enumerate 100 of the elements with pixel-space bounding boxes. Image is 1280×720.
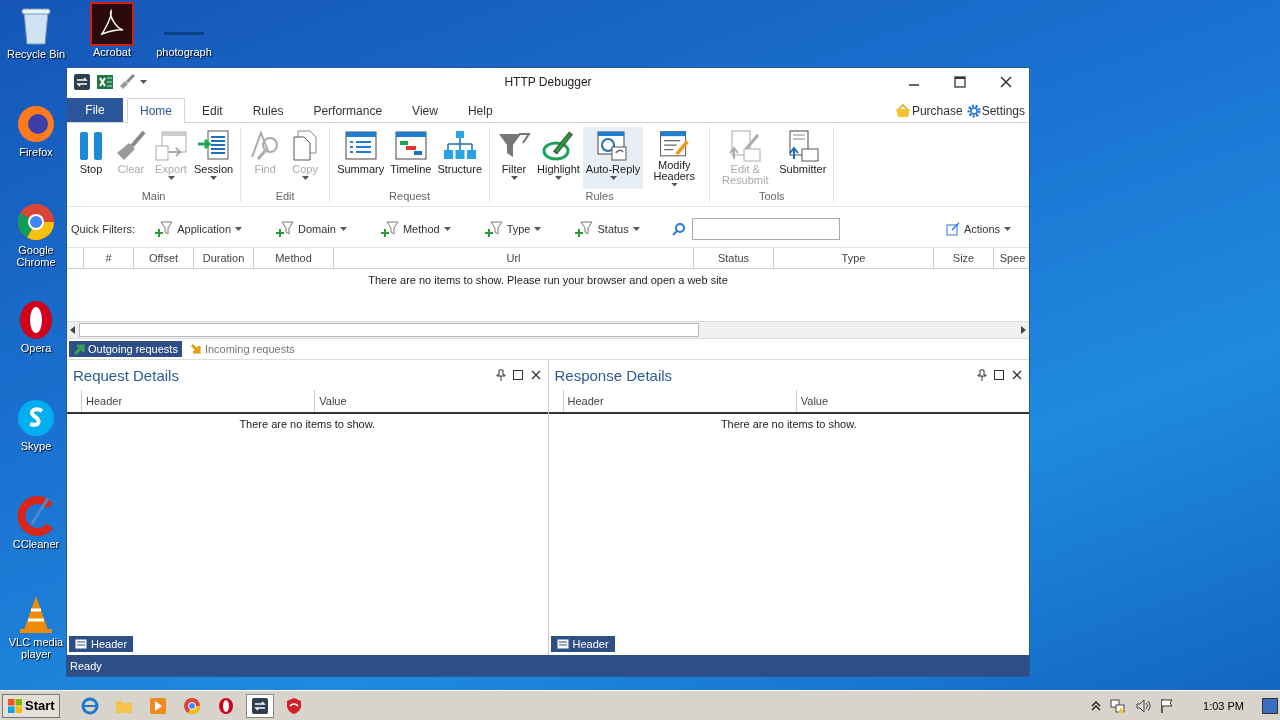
horizontal-scrollbar[interactable] — [67, 321, 1029, 339]
maximize-icon[interactable] — [993, 369, 1005, 381]
windows-logo-icon — [7, 697, 23, 714]
ribbon-tab[interactable]: View — [399, 98, 451, 122]
group-label: Main — [141, 190, 166, 202]
pin-icon[interactable] — [495, 369, 506, 381]
search-field[interactable] — [691, 218, 840, 240]
search-icon — [671, 222, 686, 236]
flag-icon[interactable] — [1159, 697, 1176, 714]
settings-button[interactable]: Settings — [966, 100, 1025, 122]
dropdown-caret-icon — [534, 227, 542, 231]
resubmit-icon — [728, 129, 763, 163]
down-arrow-icon — [189, 343, 202, 355]
empty-message: There are no items to show. — [239, 418, 376, 430]
column-header[interactable]: Type — [773, 248, 933, 268]
timeline-icon — [393, 129, 428, 163]
maximize-icon[interactable] — [511, 369, 524, 381]
dropdown-caret-icon — [632, 227, 640, 231]
column-header[interactable]: Method — [253, 248, 333, 268]
add-filter-icon — [484, 221, 503, 237]
taskbar-app-button[interactable] — [245, 693, 274, 718]
ribbon-tab[interactable]: Help — [454, 98, 506, 122]
filter-dropdown[interactable]: Method — [378, 219, 453, 239]
group-label: Rules — [585, 190, 614, 202]
column-header[interactable]: Spee — [993, 248, 1029, 268]
column-header[interactable]: Url — [333, 248, 693, 268]
column-header[interactable]: Value — [314, 390, 548, 412]
column-header[interactable]: Offset — [133, 248, 193, 268]
filter-dropdown[interactable]: Type — [482, 219, 544, 239]
ribbon-button[interactable]: Summary — [334, 127, 388, 189]
show-hidden-icon[interactable] — [1091, 699, 1102, 712]
dropdown-caret-icon — [235, 227, 242, 231]
settings-icon — [966, 104, 981, 118]
file-tab[interactable]: File — [67, 98, 123, 122]
dropdown-caret-icon — [554, 176, 562, 180]
group-label: Tools — [758, 190, 785, 202]
export-icon — [154, 129, 188, 163]
ribbon-button[interactable]: Submitter — [776, 127, 830, 189]
header-tab[interactable]: Header — [69, 636, 134, 652]
direction-tab[interactable]: Outgoing requests — [69, 341, 182, 357]
add-filter-icon — [276, 221, 294, 237]
acrobat-icon[interactable] — [90, 2, 134, 46]
ribbon-tab[interactable]: Home — [127, 98, 185, 123]
dropdown-caret-icon — [609, 176, 617, 180]
ribbon-button[interactable]: Highlight — [534, 127, 583, 189]
panel-title: Response Details — [554, 366, 673, 384]
column-header[interactable]: # — [83, 248, 133, 268]
network-icon[interactable] — [1109, 697, 1128, 714]
clock[interactable]: 1:03 PM — [1203, 699, 1244, 712]
start-button[interactable]: Start — [2, 693, 60, 718]
desktop-icon-label: CCleaner — [12, 538, 60, 550]
column-header[interactable]: Header — [562, 390, 796, 412]
close-icon[interactable] — [999, 75, 1013, 89]
actions-dropdown[interactable]: Actions — [943, 220, 1013, 238]
dropdown-caret-icon — [210, 176, 218, 180]
close-icon[interactable] — [1011, 369, 1023, 381]
column-header[interactable]: Header — [81, 390, 315, 412]
ribbon-button[interactable]: Auto-Reply — [582, 127, 644, 189]
empty-message: There are no items to show. Please run your browser and open a web site — [368, 274, 728, 286]
ribbon-tab[interactable]: Performance — [300, 98, 396, 122]
panel-title: Request Details — [73, 366, 179, 384]
desktop-icon-label: Acrobat — [93, 46, 131, 58]
ribbon-button[interactable]: Structure — [434, 127, 485, 189]
ribbon-button[interactable]: Session — [191, 127, 237, 189]
ribbon-button[interactable]: Filter — [494, 127, 534, 189]
filter-dropdown[interactable]: Status — [573, 219, 642, 239]
desktop-icon-label: Skype — [20, 440, 52, 452]
purchase-button[interactable]: Purchase — [894, 100, 963, 122]
filter-dropdown[interactable]: Domain — [274, 219, 349, 239]
column-header[interactable]: Duration — [193, 248, 253, 268]
ribbon-tab[interactable]: Rules — [239, 98, 297, 122]
desktop-icon-label: Google Chrome — [15, 244, 57, 268]
ribbon-tab[interactable]: Edit — [189, 98, 236, 122]
desktop-icon-label: Firefox — [19, 146, 53, 158]
desktop-icon-label: Recycle Bin — [6, 48, 66, 60]
direction-tab[interactable]: Incoming requests — [185, 341, 299, 357]
ie-icon — [80, 696, 99, 715]
shield-icon — [284, 696, 303, 715]
brush-icon[interactable] — [119, 74, 135, 90]
dropdown-caret-icon — [339, 227, 347, 231]
volume-icon[interactable] — [1135, 697, 1152, 714]
column-header[interactable]: Value — [795, 390, 1029, 412]
ribbon-button[interactable]: Stop — [71, 127, 111, 189]
dropdown-caret-icon — [670, 183, 678, 187]
add-filter-icon — [155, 221, 174, 237]
column-header[interactable]: Status — [693, 248, 773, 268]
pen-icon — [541, 129, 576, 163]
list-window-icon — [343, 129, 378, 163]
filter-dropdown[interactable]: Application — [153, 219, 244, 239]
column-header[interactable]: Size — [933, 248, 993, 268]
ribbon-button[interactable]: Modify Headers — [643, 127, 706, 189]
spreadsheet-icon[interactable] — [96, 73, 114, 91]
ribbon-button[interactable]: Timeline — [387, 127, 435, 189]
quick-filters-label: Quick Filters: — [71, 223, 136, 235]
header-tab[interactable]: Header — [550, 636, 615, 652]
pin-icon[interactable] — [977, 369, 987, 381]
show-desktop-button[interactable] — [1262, 697, 1278, 714]
maximize-icon[interactable] — [953, 75, 967, 89]
close-icon[interactable] — [529, 369, 542, 381]
group-label: Request — [389, 190, 431, 202]
